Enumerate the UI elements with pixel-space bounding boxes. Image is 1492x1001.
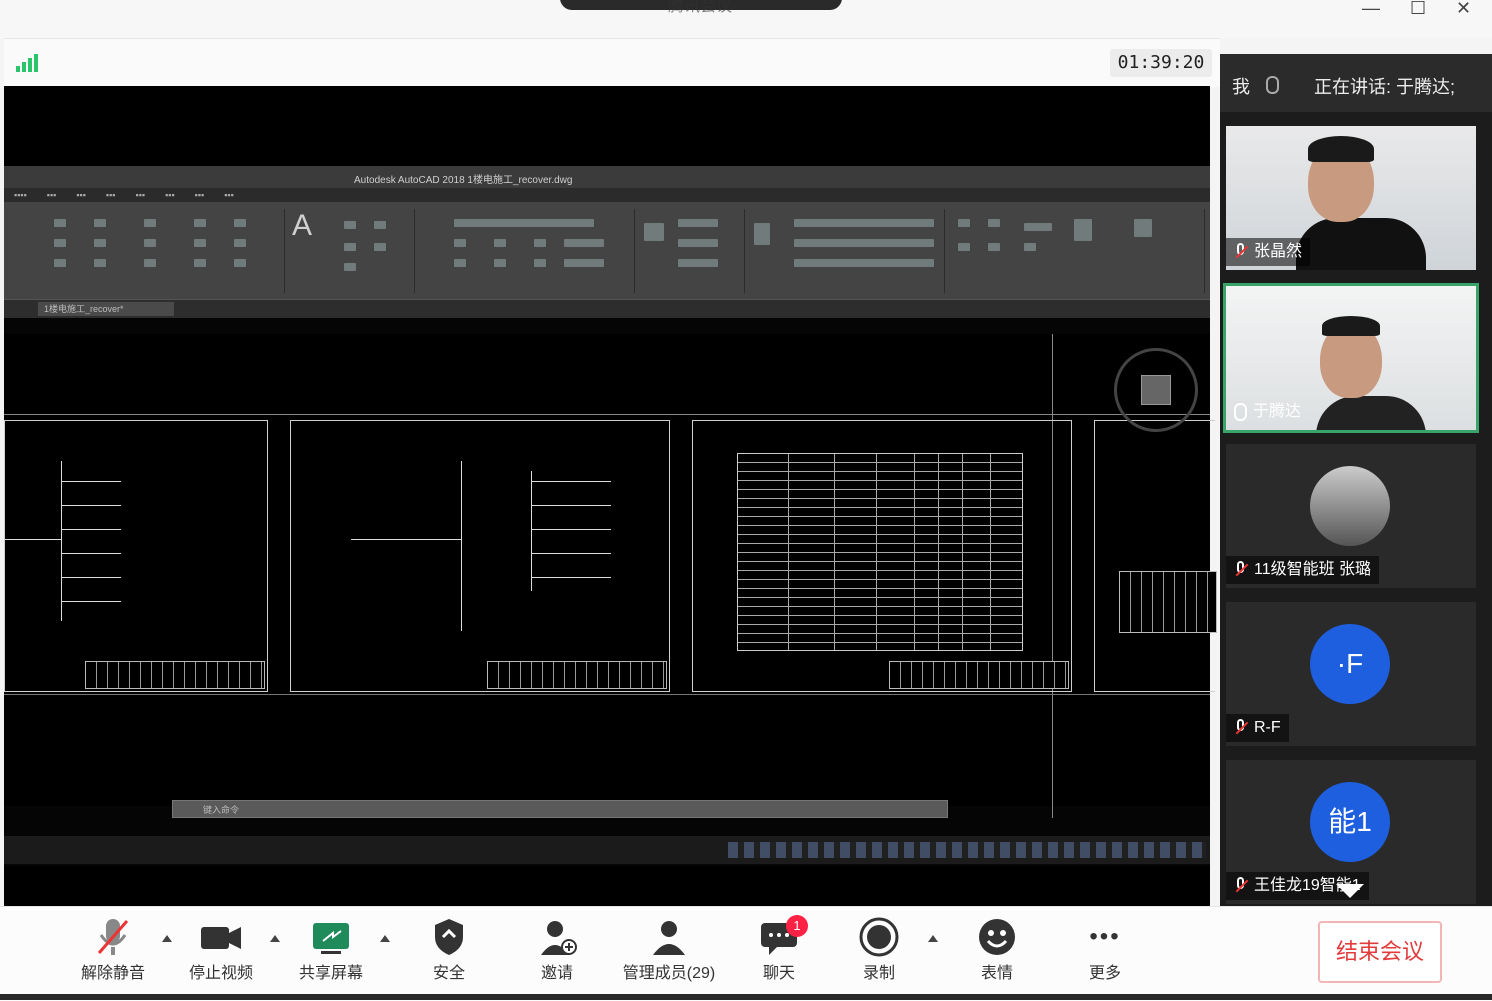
record-label: 录制 <box>862 965 895 982</box>
chat-button[interactable]: 1 聊天 <box>724 915 834 983</box>
participant-tile-active[interactable]: 于腾达 <box>1223 283 1479 433</box>
speaking-indicator: 正在讲话: 于腾达; <box>1314 77 1456 97</box>
minimize-button[interactable]: — <box>1362 0 1380 17</box>
mic-muted-icon <box>1234 561 1248 579</box>
chat-bubble-icon: 1 <box>724 915 834 959</box>
more-label: 更多 <box>1088 965 1121 982</box>
drawing-sheet-4 <box>1094 420 1217 692</box>
participant-avatar: 能1 <box>1310 782 1390 862</box>
end-meeting-button[interactable]: 结束会议 <box>1318 921 1442 983</box>
mic-active-icon <box>1234 398 1247 426</box>
chat-unread-badge: 1 <box>786 915 808 937</box>
share-screen-button[interactable]: 共享屏幕 <box>276 915 386 983</box>
participant-tile[interactable]: 能1 王佳龙19智能1 <box>1226 760 1476 904</box>
panel-header: 我 正在讲话: 于腾达; <box>1220 54 1492 112</box>
cad-drawing-area[interactable] <box>4 334 1217 818</box>
participant-namebar: 11级智能班 张璐 <box>1226 556 1380 584</box>
ribbon-group-block[interactable] <box>634 209 745 293</box>
unmute-button[interactable]: 解除静音 <box>58 915 168 983</box>
drawing-sheet-3 <box>692 420 1072 692</box>
record-options-caret[interactable] <box>928 935 938 942</box>
bottom-edge <box>0 994 1492 1000</box>
ribbon-group-utilities[interactable] <box>944 209 1205 293</box>
shield-icon <box>394 915 504 959</box>
meeting-toolbar: 解除静音 停止视频 共享屏幕 安全 邀请 管理成员(29) 1 聊天 录制 表情… <box>0 906 1492 1001</box>
window-titlebar: 腾讯会议 — ☐ ✕ <box>0 0 1492 38</box>
security-button[interactable]: 安全 <box>394 915 504 983</box>
stop-video-button[interactable]: 停止视频 <box>166 915 276 983</box>
shared-screen: Autodesk AutoCAD 2018 1楼电施工_recover.dwg … <box>4 86 1217 906</box>
cad-file-tabs: 1楼电施工_recover* <box>4 300 1210 318</box>
chat-label: 聊天 <box>762 965 795 982</box>
participant-namebar: R-F <box>1226 714 1289 742</box>
participant-tile[interactable]: 11级智能班 张璐 <box>1226 444 1476 588</box>
crosshair-horizontal <box>4 694 1210 695</box>
participant-tile[interactable]: 张晶然 <box>1226 126 1476 270</box>
viewcube-icon[interactable] <box>1114 348 1198 432</box>
ribbon-group-properties[interactable] <box>744 209 945 293</box>
emoji-icon <box>942 915 1052 959</box>
mic-muted-icon <box>58 915 168 959</box>
cad-ribbon: A <box>4 203 1210 300</box>
invite-button[interactable]: 邀请 <box>502 915 612 983</box>
security-label: 安全 <box>432 965 465 982</box>
participant-avatar: ·F <box>1310 624 1390 704</box>
cad-file-tab[interactable]: 1楼电施工_recover* <box>38 302 174 316</box>
drawing-sheet-1 <box>4 420 268 692</box>
cad-status-icons[interactable] <box>728 842 1206 858</box>
share-screen-label: 共享屏幕 <box>298 965 363 982</box>
ribbon-group-layers[interactable] <box>414 209 635 293</box>
share-screen-icon <box>276 915 386 959</box>
video-camera-icon <box>166 915 276 959</box>
maximize-button[interactable]: ☐ <box>1410 0 1426 17</box>
mic-muted-icon <box>1234 877 1248 895</box>
manage-members-label: 管理成员(29) <box>622 965 716 982</box>
meeting-timer: 01:39:20 <box>1110 49 1212 77</box>
scroll-down-icon[interactable] <box>1336 884 1364 898</box>
cad-command-line[interactable]: 键入命令 <box>172 800 948 818</box>
cad-titlebar: Autodesk AutoCAD 2018 1楼电施工_recover.dwg <box>4 166 1210 188</box>
mic-muted-icon <box>1234 243 1248 261</box>
record-icon <box>824 915 934 959</box>
participant-name: 于腾达 <box>1253 403 1302 420</box>
record-button[interactable]: 录制 <box>824 915 934 983</box>
ribbon-group-annotate[interactable] <box>324 209 415 293</box>
more-button[interactable]: ••• 更多 <box>1050 915 1160 983</box>
participant-name: 张晶然 <box>1254 243 1303 260</box>
add-person-icon <box>502 915 612 959</box>
participant-tile[interactable]: ·F R-F <box>1226 602 1476 746</box>
mic-muted-icon <box>1234 719 1248 737</box>
members-icon <box>606 915 732 959</box>
text-tool-icon[interactable]: A <box>292 209 312 243</box>
participants-panel: 我 正在讲话: 于腾达; 张晶然 于腾达 11级智能班 张璐 ·F R-F 能1… <box>1220 54 1492 906</box>
more-dots-icon: ••• <box>1089 923 1121 950</box>
reaction-label: 表情 <box>980 965 1013 982</box>
me-label[interactable]: 我 <box>1232 73 1250 99</box>
participant-namebar: 张晶然 <box>1226 238 1311 266</box>
ribbon-group-draw[interactable] <box>4 209 285 293</box>
participant-namebar: 于腾达 <box>1226 398 1309 426</box>
participant-name: R-F <box>1254 719 1281 736</box>
cad-title: Autodesk AutoCAD 2018 1楼电施工_recover.dwg <box>354 175 573 186</box>
meeting-topbar: 01:39:20 <box>4 38 1220 87</box>
me-mic-icon[interactable] <box>1266 74 1279 95</box>
signal-strength-icon[interactable] <box>16 54 38 72</box>
manage-members-button[interactable]: 管理成员(29) <box>606 915 732 983</box>
participant-photo-avatar <box>1310 466 1390 546</box>
participant-name: 11级智能班 张璐 <box>1254 561 1372 578</box>
cad-menubar: ▪▪▪▪ ▪▪▪ ▪▪▪ ▪▪▪ ▪▪▪ ▪▪▪ ▪▪▪ ▪▪▪ <box>4 188 1210 203</box>
share-options-caret[interactable] <box>380 935 390 942</box>
cad-statusbar <box>4 836 1210 864</box>
stop-video-label: 停止视频 <box>188 965 253 982</box>
invite-label: 邀请 <box>540 965 573 982</box>
unmute-label: 解除静音 <box>80 965 145 982</box>
reaction-button[interactable]: 表情 <box>942 915 1052 983</box>
drawing-sheet-2 <box>290 420 670 692</box>
drawing-border-line <box>4 414 1210 415</box>
window-title: 腾讯会议 <box>667 0 732 15</box>
close-button[interactable]: ✕ <box>1456 0 1471 17</box>
